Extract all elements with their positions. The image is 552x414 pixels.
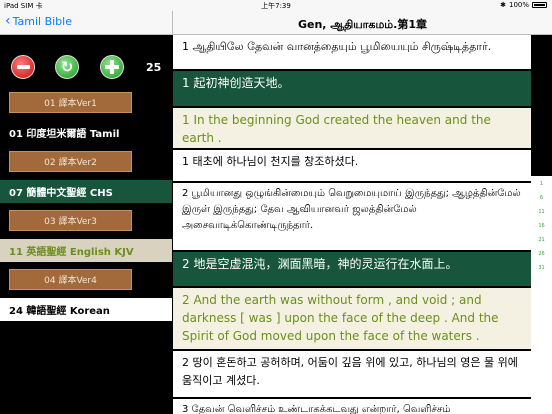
verse-index-item[interactable]: 6 — [531, 195, 552, 201]
count-label: 25 — [146, 61, 162, 74]
verse-row[interactable]: 1 태초에 하나님이 천지를 창조하셨다. — [173, 150, 531, 181]
verse-row[interactable]: 1 ஆதியிலே தேவன் வானத்தையும் பூமியையும் ச… — [173, 35, 531, 69]
bluetooth-icon: ✱ — [500, 1, 506, 9]
back-button[interactable]: ‹ Tamil Bible — [5, 12, 72, 29]
page-title: Gen, ஆதியாகமம்.第1章 — [297, 18, 427, 31]
version-3-label: 11 英語聖經 English KJV — [0, 239, 172, 262]
version-1-button[interactable]: 01 譯本Ver1 — [9, 92, 132, 113]
refresh-icon: ↻ — [60, 57, 74, 76]
verse-row[interactable]: 1 起初神创造天地。 — [173, 71, 531, 106]
battery-percent: 100% — [508, 1, 529, 9]
status-bar: iPad SIM 卡 上午7:39 ✱ 100% — [0, 0, 552, 11]
version-1-label: 01 印度坦米爾語 Tamil — [9, 129, 120, 140]
verse-index-bar[interactable]: 1 6 11 16 21 26 31 — [531, 176, 552, 414]
version-2-button[interactable]: 02 譯本Ver2 — [9, 151, 132, 172]
remove-button[interactable] — [11, 55, 35, 79]
version-3-button[interactable]: 03 譯本Ver3 — [9, 210, 132, 231]
sidebar: ↻ 25 01 譯本Ver1 01 印度坦米爾語 Tamil 02 譯本Ver2… — [0, 35, 172, 414]
back-label: Tamil Bible — [12, 15, 72, 28]
version-4-label: 24 韓語聖經 Korean — [0, 298, 172, 321]
add-button[interactable] — [100, 55, 124, 79]
chevron-left-icon: ‹ — [5, 12, 11, 29]
verse-index-item[interactable]: 11 — [531, 209, 552, 215]
verse-row[interactable]: 2 땅이 혼돈하고 공허하며, 어둠이 깊음 위에 있고, 하나님의 영은 물 … — [173, 351, 531, 397]
verse-index-item[interactable]: 31 — [531, 265, 552, 271]
verse-row[interactable]: 3 தேவன் வெளிச்சம் உண்டாகக்கடவது என்றார்,… — [173, 399, 531, 414]
navigation-bar: ‹ Tamil Bible Gen, ஆதியாகமம்.第1章 — [0, 11, 552, 35]
verse-index-item[interactable]: 26 — [531, 251, 552, 257]
verse-index-item[interactable]: 21 — [531, 237, 552, 243]
verse-index-item[interactable]: 16 — [531, 223, 552, 229]
battery-icon — [532, 2, 547, 8]
version-4-button[interactable]: 04 譯本Ver4 — [9, 269, 132, 290]
clock: 上午7:39 — [261, 2, 291, 10]
verse-index-item[interactable]: 1 — [531, 181, 552, 187]
refresh-button[interactable]: ↻ — [55, 55, 79, 79]
verse-row[interactable]: 2 பூமியானது ஒழுங்கின்மையும் வெறுமையுமாய்… — [173, 183, 531, 250]
version-2-label: 07 簡體中文聖經 CHS — [0, 180, 172, 203]
verse-list[interactable]: 1 ஆதியிலே தேவன் வானத்தையும் பூமியையும் ச… — [173, 35, 552, 414]
verse-row[interactable]: 2 And the earth was without form , and v… — [173, 288, 531, 349]
verse-row[interactable]: 2 地是空虚混沌，渊面黑暗，神的灵运行在水面上。 — [173, 252, 531, 286]
verse-row[interactable]: 1 In the beginning God created the heave… — [173, 108, 531, 148]
minus-icon — [16, 65, 30, 69]
